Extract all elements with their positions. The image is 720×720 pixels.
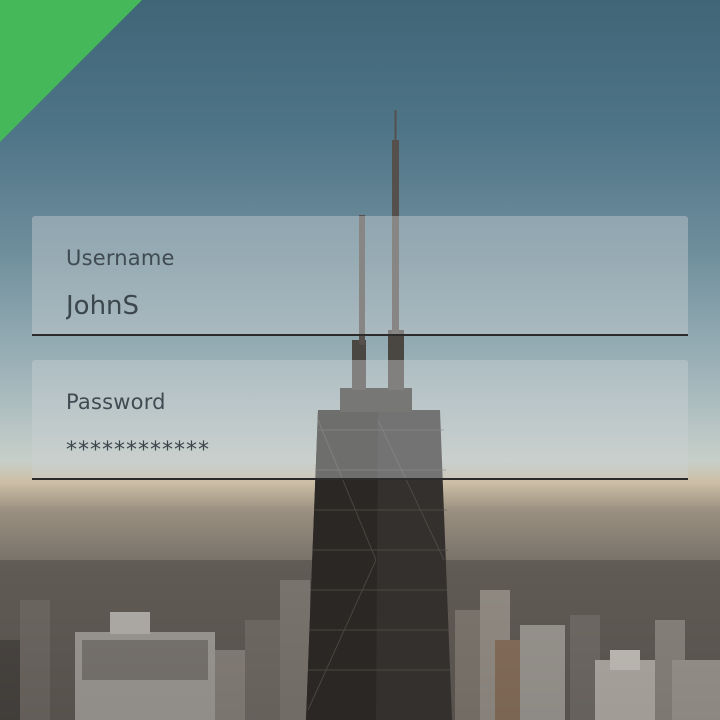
password-label: Password (66, 390, 166, 414)
username-input[interactable] (66, 288, 646, 324)
username-label: Username (66, 246, 175, 270)
corner-accent-triangle (0, 0, 142, 142)
password-field[interactable]: Password (32, 360, 688, 480)
username-field[interactable]: Username (32, 216, 688, 336)
password-input[interactable] (66, 432, 646, 468)
login-screen: Username Password (0, 0, 720, 720)
